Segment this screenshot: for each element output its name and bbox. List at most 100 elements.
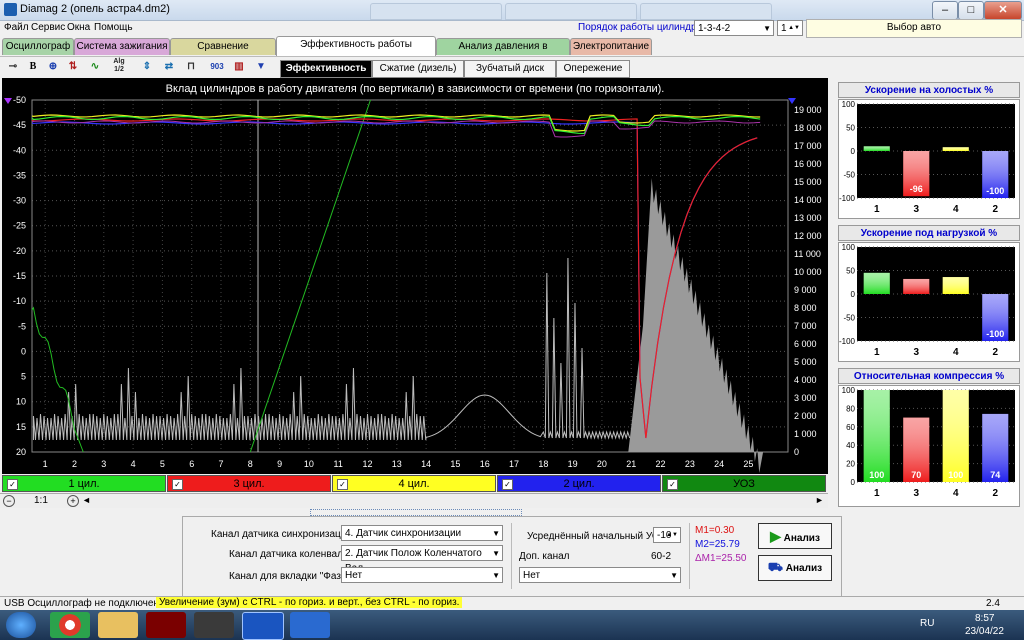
y-tick-label: -40 xyxy=(13,145,26,155)
tab-ignition[interactable]: Система зажигания xyxy=(74,38,170,55)
close-button[interactable]: ✕ xyxy=(984,1,1022,20)
tab-efficiency[interactable]: Эффективность работы цилиндров xyxy=(276,36,436,65)
checkbox-icon[interactable]: ✓ xyxy=(502,479,513,490)
menu-help[interactable]: Помощь xyxy=(94,22,133,33)
sync-channel-select[interactable]: 4. Датчик синхронизации ▼ xyxy=(341,525,503,541)
left-marker-icon[interactable] xyxy=(4,98,12,104)
phase-channel-select[interactable]: Нет ▼ xyxy=(341,567,503,583)
rpm-icon[interactable]: ⊕ xyxy=(44,58,62,76)
bold-icon[interactable]: B xyxy=(24,58,42,76)
bar-value-label: -100 xyxy=(986,186,1004,196)
crank-channel-select[interactable]: 2. Датчик Полож Коленчатого Вал▼ xyxy=(341,545,503,574)
clock-date[interactable]: 23/04/22 xyxy=(965,626,1004,637)
subtab-advance[interactable]: Опережение xyxy=(556,60,630,78)
plot-canvas[interactable]: -50-45-40-35-30-25-20-15-10-50510152019 … xyxy=(2,78,828,474)
bar-tick-label: 0 xyxy=(851,478,856,487)
channel-cyl4[interactable]: ✓ 4 цил. xyxy=(332,475,496,492)
x-tick-label: 16 xyxy=(480,459,490,469)
checkbox-icon[interactable]: ✓ xyxy=(172,479,183,490)
zoom-in-icon[interactable]: + xyxy=(67,495,79,507)
checkbox-icon[interactable]: ✓ xyxy=(667,479,678,490)
rpm-tick-label: 4 000 xyxy=(794,375,817,385)
subtab-compression[interactable]: Сжатие (дизель) xyxy=(372,60,464,78)
minimize-button[interactable]: – xyxy=(932,1,958,20)
diamag-icon[interactable] xyxy=(242,612,284,640)
channel-cyl2[interactable]: ✓ 2 цил. xyxy=(497,475,661,492)
cursor-icon[interactable]: ⇕ xyxy=(138,58,156,76)
x-tick-label: 19 xyxy=(568,459,578,469)
background-tab[interactable] xyxy=(370,3,502,20)
panel-load-title: Ускорение под нагрузкой % xyxy=(838,225,1020,241)
analyze-button[interactable]: ▶ Анализ xyxy=(758,523,832,549)
clock-time[interactable]: 8:57 xyxy=(975,613,994,624)
status-hint: Увеличение (зум) с CTRL - по гориз. и ве… xyxy=(156,597,463,608)
rpm-tick-label: 19 000 xyxy=(794,105,822,115)
menu-file[interactable]: Файл xyxy=(4,22,29,33)
start-button[interactable] xyxy=(6,612,36,638)
menu-service[interactable]: Сервис xyxy=(31,22,65,33)
rpm-tick-label: 14 000 xyxy=(794,195,822,205)
channel-cyl1[interactable]: ✓ 1 цил. xyxy=(2,475,166,492)
horizontal-scrollbar[interactable]: − 1:1 + ◄ ► xyxy=(0,493,828,508)
bar-category-label: 2 xyxy=(992,488,998,499)
count-icon[interactable]: ⇄ xyxy=(160,58,178,76)
extra-channel-select[interactable]: Нет ▼ xyxy=(519,567,681,583)
y-tick-label: 10 xyxy=(16,397,26,407)
chart-icon[interactable]: 903 xyxy=(208,58,226,76)
right-marker-icon[interactable] xyxy=(788,98,796,104)
bar-shade xyxy=(942,277,969,294)
filter-icon[interactable]: ⊸ xyxy=(4,58,22,76)
cloud-icon[interactable] xyxy=(290,612,330,638)
bar-tick-label: 80 xyxy=(846,404,855,413)
plot-title: Вклад цилиндров в работу двигателя (по в… xyxy=(166,83,665,95)
y-tick-label: -35 xyxy=(13,170,26,180)
diag-app-icon[interactable] xyxy=(194,612,234,638)
menu-windows[interactable]: Окна xyxy=(67,22,90,33)
checkbox-icon[interactable]: ✓ xyxy=(7,479,18,490)
tab-compare[interactable]: Сравнение цилиндров xyxy=(170,38,276,67)
channel-timing[interactable]: ✓ УОЗ xyxy=(662,475,826,492)
line-icon[interactable]: ∿ xyxy=(86,58,104,76)
tab-pressure[interactable]: Анализ давления в цилиндре xyxy=(436,38,570,67)
scroll-right-icon[interactable]: ► xyxy=(815,495,824,505)
scale-icon[interactable]: ⇅ xyxy=(64,58,82,76)
x-tick-label: 4 xyxy=(131,459,136,469)
y-tick-label: 15 xyxy=(16,422,26,432)
background-tab[interactable] xyxy=(505,3,637,20)
efficiency-plot[interactable]: -50 -45 -40 -35 -30 -25 -20 -15 -10 -5 0 5 10 15 20 19 … xyxy=(2,78,828,474)
bar-chart-icon[interactable]: ▥ xyxy=(230,58,248,76)
x-tick-label: 8 xyxy=(248,459,253,469)
tab-oscilloscope[interactable]: Осциллограф xyxy=(2,38,74,55)
scroll-left-icon[interactable]: ◄ xyxy=(82,495,91,505)
alg-icon[interactable]: Alg 1/2 xyxy=(110,58,128,76)
cylinder-count-stepper[interactable]: 1 ▲▼ xyxy=(777,20,803,36)
avg-timing-stepper[interactable]: -10 ▲▼ xyxy=(653,527,681,543)
channel-cyl3[interactable]: ✓ 3 цил. xyxy=(167,475,331,492)
rpm-tick-label: 15 000 xyxy=(794,177,822,187)
maximize-button[interactable]: □ xyxy=(958,1,984,20)
y-tick-label: -45 xyxy=(13,120,26,130)
subtab-efficiency[interactable]: Эффективность xyxy=(280,60,372,78)
subtab-gear[interactable]: Зубчатый диск xyxy=(464,60,556,78)
menu-bar: Файл Сервис Окна Помощь xyxy=(0,20,570,37)
analyze-auto-button[interactable]: ⛟ Анализ xyxy=(758,555,832,581)
zoom-out-icon[interactable]: − xyxy=(3,495,15,507)
splitter-handle[interactable] xyxy=(310,509,522,516)
background-tab[interactable] xyxy=(640,3,772,20)
bar-category-label: 4 xyxy=(953,488,959,499)
checkbox-icon[interactable]: ✓ xyxy=(337,479,348,490)
m1-value: M1=0.30 xyxy=(695,525,735,536)
pulse-icon[interactable]: ⊓ xyxy=(182,58,200,76)
auto-select-button[interactable]: Выбор авто xyxy=(806,19,1022,38)
tab-power[interactable]: Электропитание xyxy=(570,38,652,55)
rpm-tick-label: 9 000 xyxy=(794,285,817,295)
folder-icon[interactable] xyxy=(98,612,138,638)
chrome-icon[interactable] xyxy=(50,612,90,638)
cylinder-order-select[interactable]: 1-3-4-2 ▼ xyxy=(694,20,774,36)
bar-category-label: 4 xyxy=(953,347,959,358)
funnel-icon[interactable]: ▼ xyxy=(252,58,270,76)
x-tick-label: 20 xyxy=(597,459,607,469)
pdf-icon[interactable] xyxy=(146,612,186,638)
language-indicator[interactable]: RU xyxy=(920,618,934,629)
bar-value-label: -100 xyxy=(986,329,1004,339)
